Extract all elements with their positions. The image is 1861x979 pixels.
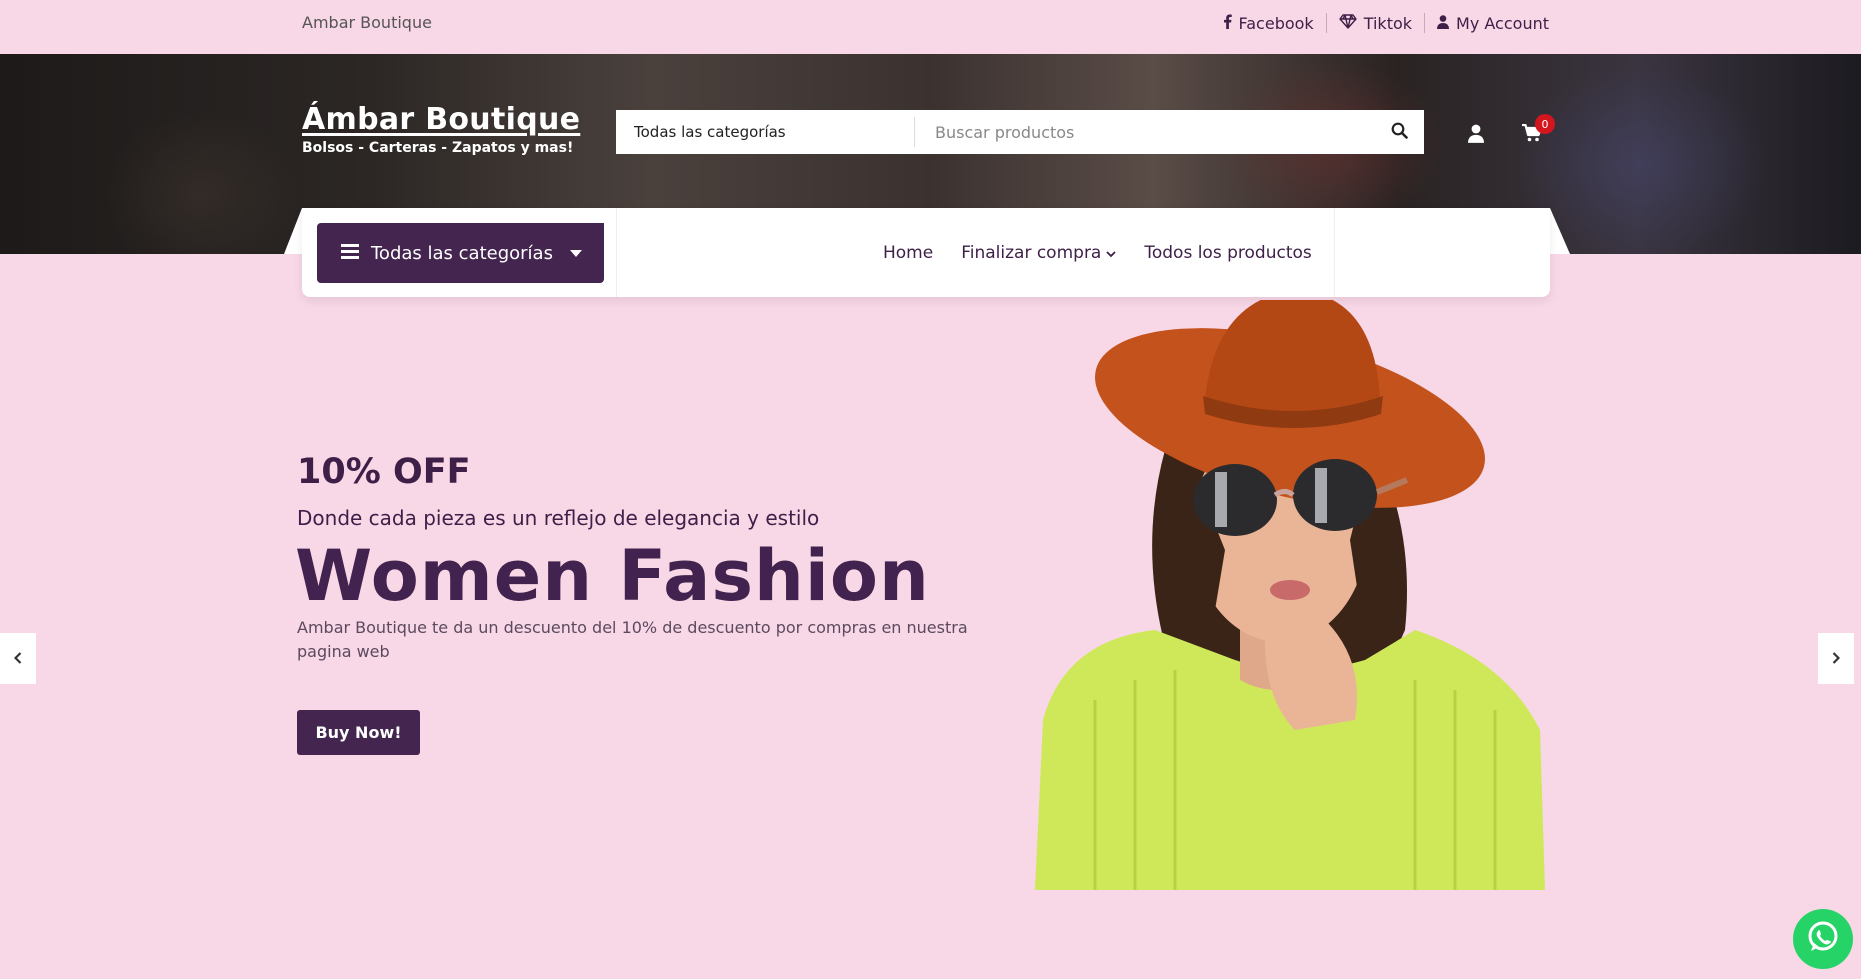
search-category-select[interactable]: Todas las categorías bbox=[616, 117, 915, 147]
my-account-link[interactable]: My Account bbox=[1425, 14, 1549, 33]
whatsapp-icon bbox=[1805, 919, 1841, 959]
search-button[interactable] bbox=[1374, 110, 1424, 154]
nav-wing-left bbox=[284, 208, 302, 254]
divider bbox=[616, 208, 617, 297]
user-icon bbox=[1437, 14, 1450, 33]
hamburger-icon bbox=[341, 243, 359, 263]
nav-item-finalizar-compra[interactable]: Finalizar compra bbox=[961, 243, 1116, 263]
logo-title[interactable]: Ámbar Boutique bbox=[302, 102, 580, 137]
nav-item-label: Home bbox=[883, 243, 934, 263]
divider bbox=[1334, 208, 1335, 297]
top-bar: Ambar Boutique Facebook Tiktok My Accoun… bbox=[0, 0, 1861, 54]
buy-now-button[interactable]: Buy Now! bbox=[297, 710, 420, 755]
search-icon bbox=[1391, 122, 1408, 143]
caret-down-icon bbox=[570, 250, 582, 257]
chevron-right-icon bbox=[1832, 649, 1841, 668]
cart-count-badge: 0 bbox=[1535, 114, 1555, 134]
slider-next-button[interactable] bbox=[1818, 633, 1854, 684]
hero-discount: 10% OFF bbox=[297, 452, 471, 492]
diamond-icon bbox=[1339, 13, 1357, 33]
hero-description: Ambar Boutique te da un descuento del 10… bbox=[297, 618, 968, 661]
all-categories-label: Todas las categorías bbox=[371, 242, 553, 264]
facebook-link[interactable]: Facebook bbox=[1211, 14, 1326, 33]
top-bar-links: Facebook Tiktok My Account bbox=[1211, 13, 1549, 33]
facebook-label: Facebook bbox=[1238, 13, 1314, 33]
search-bar: Todas las categorías bbox=[616, 110, 1424, 154]
user-icon bbox=[1468, 124, 1484, 147]
hero-title: Women Fashion bbox=[295, 535, 930, 617]
nav-item-label: Todos los productos bbox=[1144, 243, 1312, 263]
logo-subtitle: Bolsos - Carteras - Zapatos y mas! bbox=[302, 140, 574, 156]
chevron-left-icon bbox=[13, 649, 22, 668]
search-input[interactable] bbox=[915, 111, 1374, 153]
cart-button[interactable]: 0 bbox=[1517, 114, 1555, 150]
facebook-icon bbox=[1223, 13, 1232, 33]
slider-prev-button[interactable] bbox=[0, 633, 36, 684]
nav-item-home[interactable]: Home bbox=[883, 243, 933, 263]
hero-tagline: Donde cada pieza es un reflejo de elegan… bbox=[297, 506, 820, 530]
tiktok-label: Tiktok bbox=[1363, 13, 1413, 33]
nav-item-label: Finalizar compra bbox=[961, 243, 1102, 263]
hero-model-image bbox=[1035, 300, 1545, 890]
chevron-down-icon bbox=[1106, 243, 1116, 263]
nav-wing-right bbox=[1550, 208, 1570, 254]
account-button[interactable] bbox=[1461, 120, 1491, 150]
nav-item-todos-los-productos[interactable]: Todos los productos bbox=[1144, 243, 1311, 263]
whatsapp-button[interactable] bbox=[1793, 909, 1853, 969]
all-categories-button[interactable]: Todas las categorías bbox=[317, 223, 604, 283]
nav-menu: Home Finalizar compra Todos los producto… bbox=[883, 243, 1312, 263]
top-bar-brand: Ambar Boutique bbox=[302, 13, 432, 32]
tiktok-link[interactable]: Tiktok bbox=[1327, 14, 1424, 33]
my-account-label: My Account bbox=[1456, 13, 1549, 33]
